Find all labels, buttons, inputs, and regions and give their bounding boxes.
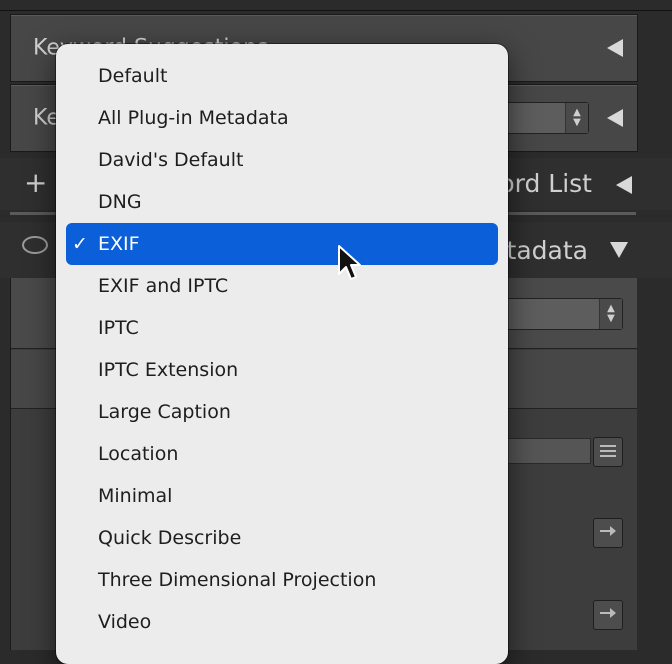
expand-triangle-icon[interactable]	[610, 242, 628, 258]
goto-arrow-icon-button[interactable]	[593, 518, 623, 548]
stepper-arrows-icon: ▲ ▼	[599, 299, 622, 329]
menu-item-default[interactable]: Default	[66, 55, 498, 97]
list-icon-button[interactable]	[593, 437, 623, 467]
menu-item-video[interactable]: Video	[66, 601, 498, 643]
menu-item-minimal[interactable]: Minimal	[66, 475, 498, 517]
menu-item-exif[interactable]: ✓ EXIF	[66, 223, 498, 265]
menu-item-location[interactable]: Location	[66, 433, 498, 475]
metadata-preset-menu: Default All Plug-in Metadata David's Def…	[56, 44, 508, 664]
menu-item-davids-default[interactable]: David's Default	[66, 139, 498, 181]
goto-arrow-icon-button[interactable]	[593, 600, 623, 630]
collapse-triangle-icon[interactable]	[616, 176, 632, 194]
menu-item-iptc[interactable]: IPTC	[66, 307, 498, 349]
menu-item-all-plugin-metadata[interactable]: All Plug-in Metadata	[66, 97, 498, 139]
mouse-pointer-icon	[338, 245, 361, 280]
collapse-triangle-icon[interactable]	[607, 109, 623, 127]
menu-item-three-dimensional-projection[interactable]: Three Dimensional Projection	[66, 559, 498, 601]
menu-item-quick-describe[interactable]: Quick Describe	[66, 517, 498, 559]
menu-item-exif-and-iptc[interactable]: EXIF and IPTC	[66, 265, 498, 307]
top-strip	[0, 0, 672, 11]
menu-item-large-caption[interactable]: Large Caption	[66, 391, 498, 433]
menu-item-iptc-extension[interactable]: IPTC Extension	[66, 349, 498, 391]
menu-item-dng[interactable]: DNG	[66, 181, 498, 223]
keyword-set-select[interactable]: ▲ ▼	[497, 102, 589, 134]
stepper-arrows-icon: ▲ ▼	[565, 103, 588, 133]
collapse-triangle-icon[interactable]	[607, 39, 623, 57]
add-keyword-icon[interactable]: +	[24, 166, 47, 199]
checkmark-icon: ✓	[72, 233, 88, 255]
eye-icon[interactable]	[22, 236, 48, 254]
